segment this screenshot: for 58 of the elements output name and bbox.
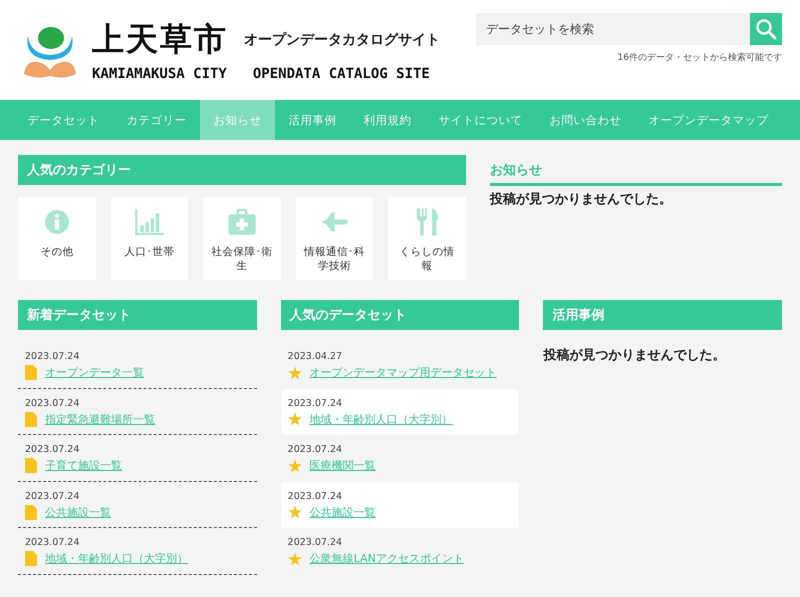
dataset-link[interactable]: 公衆無線LANアクセスポイント <box>310 551 464 566</box>
dataset-date: 2023.04.27 <box>288 351 344 362</box>
dataset-date: 2023.07.24 <box>288 537 344 548</box>
dataset-link[interactable]: オープンデータマップ用データセット <box>310 365 497 380</box>
site-title-english: KAMIAMAKUSA CITY <box>92 66 227 82</box>
empty-message: 投稿が見つかりませんでした。 <box>543 346 726 364</box>
empty-message: 投稿が見つかりませんでした。 <box>490 190 673 208</box>
nav-tab[interactable]: カテゴリー <box>113 100 200 140</box>
dataset-date: 2023.07.24 <box>25 537 80 548</box>
dataset-link[interactable]: 公共施設一覧 <box>310 504 376 520</box>
category-tile[interactable]: その他 <box>18 197 96 280</box>
document-icon <box>25 551 37 566</box>
section-heading: 人気のデータセット <box>280 300 520 330</box>
section-heading: 新着データセット <box>18 300 257 330</box>
nav-tab[interactable]: お知らせ <box>200 100 275 140</box>
dataset-link[interactable]: 子育て施設一覧 <box>45 458 122 473</box>
star-icon <box>288 458 302 472</box>
nav-tab[interactable]: 活用事例 <box>275 100 350 140</box>
nav-tab[interactable]: お問い合わせ <box>536 100 635 140</box>
section-heading: 人気のカテゴリー <box>18 155 466 185</box>
dataset-link[interactable]: 地域・年齢別人口（大字別） <box>310 412 453 426</box>
category-tile[interactable]: くらしの情報 <box>388 197 466 280</box>
star-icon <box>288 366 302 380</box>
nav-tab[interactable]: サイトについて <box>425 100 536 140</box>
dataset-date: 2023.07.24 <box>25 444 80 455</box>
document-icon <box>25 504 37 520</box>
dataset-date: 2023.07.24 <box>288 444 344 455</box>
search-button[interactable] <box>750 13 782 45</box>
section-heading: お知らせ <box>490 155 782 186</box>
category-tile[interactable]: 情報通信･科学技術 <box>296 197 374 280</box>
dataset-date: 2023.07.24 <box>25 351 80 362</box>
search-note: 16件のデータ・セットから検索可能です <box>618 52 782 64</box>
search-icon <box>755 18 777 40</box>
document-icon <box>25 412 37 426</box>
dataset-link[interactable]: 指定緊急避難場所一覧 <box>45 412 155 426</box>
nav-tab[interactable]: データセット <box>14 100 113 140</box>
dataset-date: 2023.07.24 <box>288 490 344 502</box>
dataset-link[interactable]: 医療機関一覧 <box>310 458 376 473</box>
dataset-link[interactable]: 公共施設一覧 <box>45 504 111 520</box>
document-icon <box>25 458 37 473</box>
dataset-date: 2023.07.24 <box>25 490 80 502</box>
star-icon <box>288 412 302 426</box>
nav-tab[interactable]: 利用規約 <box>350 100 425 140</box>
section-heading: 活用事例 <box>543 300 782 330</box>
document-icon <box>25 365 37 380</box>
site-title: 上天草市 <box>92 19 228 60</box>
nav-tab[interactable]: オープンデータマップ <box>635 100 782 140</box>
category-tile[interactable]: 人口･世帯 <box>110 197 188 280</box>
star-icon <box>288 552 302 566</box>
dataset-date: 2023.07.24 <box>25 398 80 408</box>
dataset-date: 2023.07.24 <box>288 398 344 408</box>
site-subtitle-english: OPENDATA CATALOG SITE <box>252 66 430 82</box>
dataset-link[interactable]: オープンデータ一覧 <box>45 365 144 380</box>
search-field[interactable]: データセットを検索 <box>476 13 750 45</box>
dataset-link[interactable]: 地域・年齢別人口（大字別） <box>45 551 188 566</box>
star-icon <box>288 505 302 519</box>
site-subtitle: オープンデータカタログサイト <box>244 31 440 49</box>
category-tile[interactable]: 社会保障･衛生 <box>203 197 281 280</box>
